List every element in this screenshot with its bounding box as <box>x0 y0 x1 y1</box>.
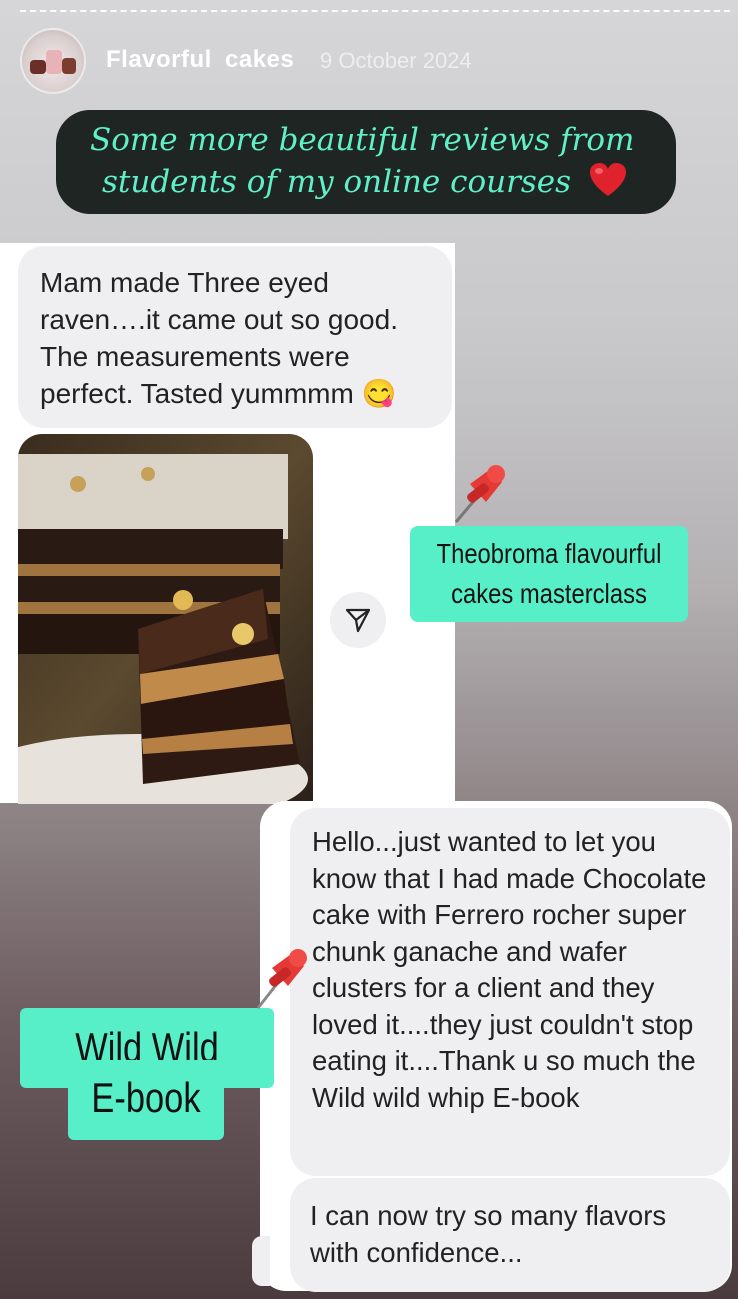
tag-line-1: Theobroma flavourful <box>436 538 662 569</box>
message-text-2: Hello...just wanted to let you know that… <box>312 826 707 1113</box>
account-name[interactable]: Flavorful cakes <box>106 46 294 74</box>
course-tag-theobroma: Theobroma flavourful cakes masterclass <box>410 526 688 622</box>
avatar-cake-3 <box>62 58 76 74</box>
headline-line-1: Some more beautiful reviews from <box>90 122 635 158</box>
message-text-3: I can now try so many flavors with confi… <box>310 1200 667 1268</box>
message-bubble-2: Hello...just wanted to let you know that… <box>290 808 730 1176</box>
avatar-cake-2 <box>46 50 62 74</box>
story-progress-bar <box>20 10 730 12</box>
tag-line-2: cakes masterclass <box>451 578 647 609</box>
bubble-edge <box>252 1236 270 1286</box>
tag-line-2: E-book <box>91 1074 201 1121</box>
share-button[interactable] <box>330 592 386 648</box>
cake-photo[interactable] <box>18 434 313 804</box>
avatar-cake-1 <box>30 60 46 74</box>
message-text-1: Mam made Three eyed raven….it came out s… <box>40 267 398 409</box>
course-tag-ebook: E-book <box>68 1060 224 1140</box>
message-bubble-3: I can now try so many flavors with confi… <box>290 1178 730 1292</box>
account-avatar[interactable] <box>20 28 86 94</box>
headline-line-2: students of my online courses <box>102 164 572 200</box>
heart-icon <box>590 163 626 196</box>
headline-banner: Some more beautiful reviews from student… <box>56 110 676 214</box>
post-date: 9 October 2024 <box>320 48 472 73</box>
pushpin-icon <box>454 465 505 523</box>
message-bubble-1: Mam made Three eyed raven….it came out s… <box>18 246 452 428</box>
pushpin-icon <box>256 949 307 1009</box>
paper-plane-icon <box>345 608 371 633</box>
